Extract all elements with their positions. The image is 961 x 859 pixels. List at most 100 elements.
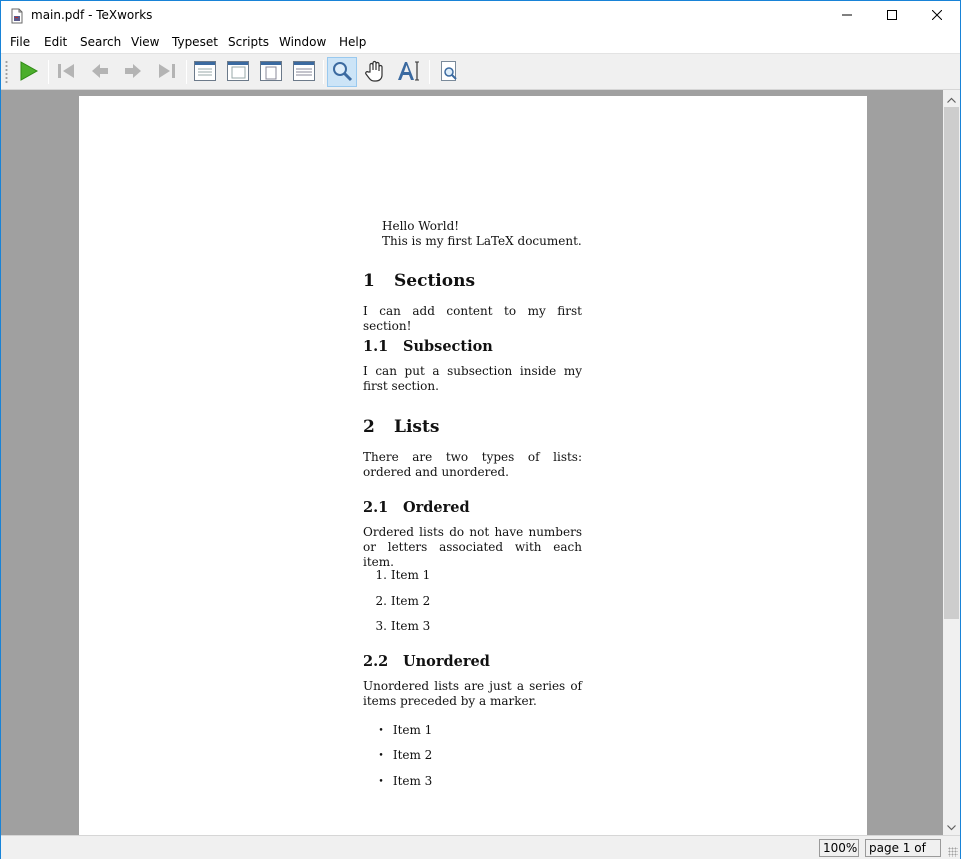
text-select-tool-button[interactable]	[394, 57, 424, 87]
toolbar-separator	[48, 60, 49, 84]
list-item-text: Item 2	[390, 594, 431, 608]
page-indicator[interactable]: page 1 of 1	[865, 839, 941, 859]
first-page-button[interactable]	[51, 57, 81, 87]
toolbar-grip[interactable]	[5, 60, 8, 84]
scrollbar-thumb[interactable]	[944, 107, 959, 619]
section-number: 2	[363, 417, 375, 437]
bullet-marker: •	[378, 777, 384, 787]
list-item: 3. Item 3	[371, 619, 431, 633]
status-bar: 100% page 1 of 1	[1, 835, 960, 859]
section-title: Sections	[394, 271, 476, 291]
fit-page-icon	[259, 60, 283, 85]
list-item-text: Item 1	[390, 568, 431, 582]
subsection-number: 2.1	[363, 499, 389, 516]
list-item: • Item 2	[373, 748, 432, 762]
fit-content-button[interactable]	[289, 57, 319, 87]
menu-help[interactable]: Help	[339, 35, 366, 49]
magnifier-tool-button[interactable]	[327, 57, 357, 87]
pdf-document-icon	[11, 8, 23, 24]
subsection-number: 1.1	[363, 338, 389, 355]
previous-page-button[interactable]	[85, 57, 115, 87]
subsection-title: Ordered	[403, 499, 470, 516]
section-paragraph: There are two types of lists: ordered an…	[363, 450, 582, 479]
resize-grip[interactable]	[948, 847, 958, 857]
go-to-source-button[interactable]	[434, 57, 464, 87]
texworks-pdf-window: main.pdf - TeXworks File Edit Search Vie…	[0, 0, 961, 859]
list-item-text: Item 3	[392, 774, 433, 788]
subsection-heading: 2.1 Ordered	[363, 499, 470, 516]
title-bar[interactable]: main.pdf - TeXworks	[1, 1, 960, 31]
menu-typeset[interactable]: Typeset	[172, 35, 218, 49]
fit-width-button[interactable]	[223, 57, 253, 87]
vertical-scrollbar[interactable]	[943, 90, 960, 835]
toolbar-separator	[429, 60, 430, 84]
list-marker: 1.	[375, 568, 387, 582]
actual-size-button[interactable]	[190, 57, 220, 87]
chevron-down-icon	[947, 820, 956, 834]
subsection-paragraph: I can put a subsection inside my first s…	[363, 364, 582, 393]
subsection-number: 2.2	[363, 653, 389, 670]
toolbar-separator	[186, 60, 187, 84]
section-number: 1	[363, 271, 375, 291]
actual-size-icon	[193, 60, 217, 85]
subsection-paragraph: Unordered lists are just a series of ite…	[363, 679, 582, 708]
zoom-level[interactable]: 100%	[819, 839, 859, 857]
chevron-up-icon	[947, 92, 956, 106]
menu-view[interactable]: View	[131, 35, 159, 49]
minimize-button[interactable]	[824, 1, 870, 31]
menu-edit[interactable]: Edit	[44, 35, 67, 49]
menu-search[interactable]: Search	[80, 35, 121, 49]
window-title: main.pdf - TeXworks	[31, 8, 153, 22]
list-item-text: Item 1	[392, 723, 433, 737]
fit-page-button[interactable]	[256, 57, 286, 87]
scroll-down-button[interactable]	[943, 818, 960, 835]
subsection-heading: 2.2 Unordered	[363, 653, 490, 670]
typeset-play-icon	[17, 60, 39, 85]
last-page-icon	[156, 60, 178, 85]
maximize-button[interactable]	[869, 1, 915, 31]
hand-tool-button[interactable]	[361, 57, 391, 87]
last-page-button[interactable]	[152, 57, 182, 87]
list-item-text: Item 2	[392, 748, 433, 762]
magnifier-tool-icon	[331, 60, 353, 85]
first-page-icon	[55, 60, 77, 85]
next-page-button[interactable]	[118, 57, 148, 87]
fit-width-icon	[226, 60, 250, 85]
section-heading: 2 Lists	[363, 417, 439, 437]
maximize-icon	[887, 9, 897, 23]
menu-bar: File Edit Search View Typeset Scripts Wi…	[1, 31, 960, 53]
subsection-heading: 1.1 Subsection	[363, 338, 493, 355]
section-heading: 1 Sections	[363, 271, 475, 291]
section-title: Lists	[394, 417, 440, 437]
list-item: • Item 3	[373, 774, 432, 788]
list-marker: 3.	[375, 619, 387, 633]
list-item: 2. Item 2	[371, 594, 431, 608]
next-page-icon	[122, 60, 144, 85]
list-item: 1. Item 1	[371, 568, 431, 582]
menu-scripts[interactable]: Scripts	[228, 35, 269, 49]
scroll-up-button[interactable]	[943, 90, 960, 107]
subsection-title: Subsection	[403, 338, 493, 355]
toolbar	[1, 53, 960, 90]
list-marker: 2.	[375, 594, 387, 608]
list-item-text: Item 3	[390, 619, 431, 633]
list-item: • Item 1	[373, 723, 432, 737]
fit-content-icon	[292, 60, 316, 85]
toolbar-separator	[323, 60, 324, 84]
intro-line-1: Hello World!	[382, 219, 460, 233]
hand-scroll-tool-icon	[364, 59, 388, 86]
go-to-source-icon	[438, 60, 460, 85]
subsection-title: Unordered	[403, 653, 490, 670]
menu-window[interactable]: Window	[279, 35, 326, 49]
previous-page-icon	[89, 60, 111, 85]
subsection-paragraph: Ordered lists do not have numbers or let…	[363, 525, 582, 569]
pdf-viewer[interactable]: Hello World! This is my first LaTeX docu…	[1, 90, 943, 835]
bullet-marker: •	[378, 726, 384, 736]
intro-line-2: This is my first LaTeX document.	[382, 234, 582, 248]
menu-file[interactable]: File	[10, 35, 30, 49]
close-button[interactable]	[914, 1, 960, 31]
typeset-button[interactable]	[13, 57, 43, 87]
minimize-icon	[842, 9, 852, 23]
close-icon	[931, 9, 943, 23]
pdf-page[interactable]: Hello World! This is my first LaTeX docu…	[79, 96, 867, 835]
